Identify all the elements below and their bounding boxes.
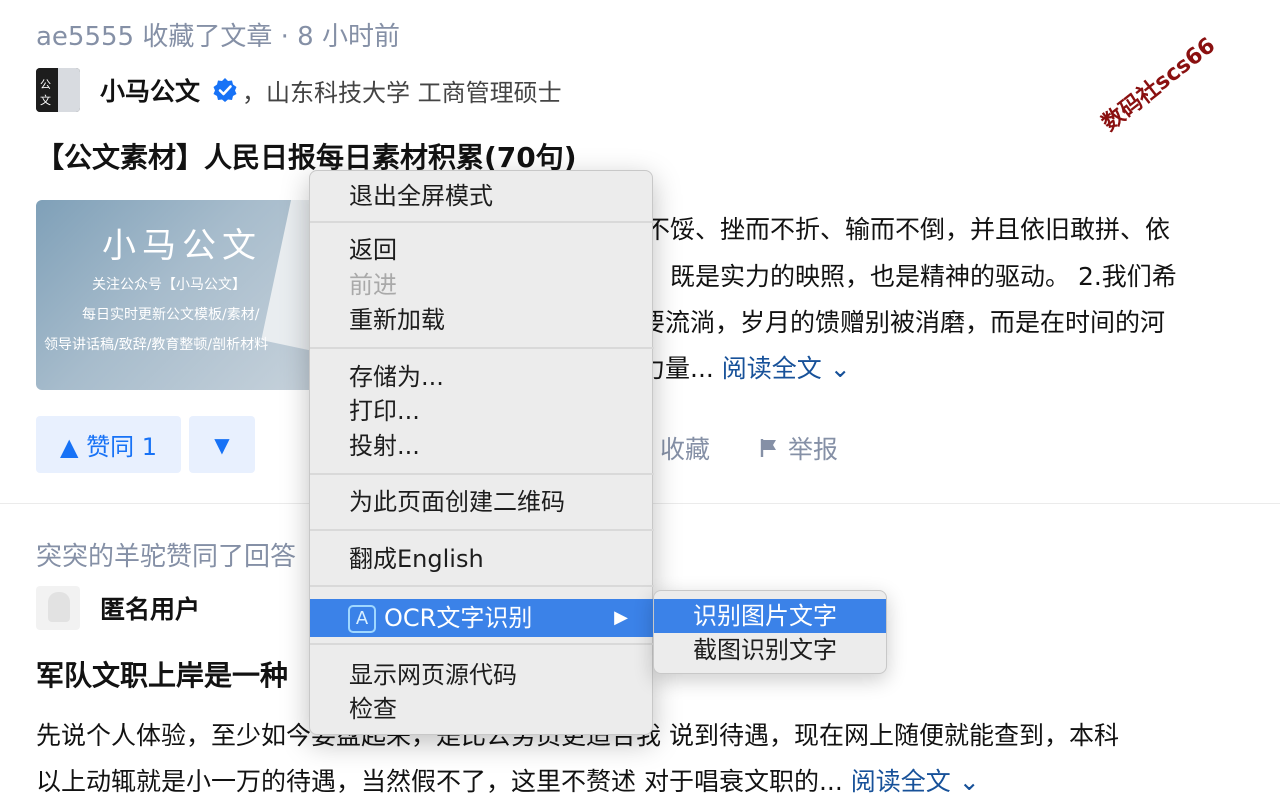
flag-icon <box>760 439 776 457</box>
menu-separator <box>310 221 654 223</box>
watermark: 数码社scs66 <box>1097 33 1221 137</box>
excerpt-line: 要流淌，岁月的馈赠别被消磨，而是在时间的河 <box>640 308 1166 337</box>
menu-separator <box>310 643 654 645</box>
menu-item-inspect[interactable]: 检查 <box>310 692 654 726</box>
report-label: 举报 <box>788 435 839 464</box>
cover-image[interactable]: 小马公文 关注公众号【小马公文】 每日实时更新公文模板/素材/ 领导讲话稿/致辞… <box>36 200 326 390</box>
author-description: ，山东科技大学 工商管理硕士 <box>242 78 562 107</box>
menu-item-save-as[interactable]: 存储为... <box>310 360 654 394</box>
avatar[interactable]: 公文 <box>36 68 80 112</box>
menu-item-create-qr-code[interactable]: 为此页面创建二维码 <box>310 485 654 519</box>
excerpt-line: 以上动辄就是小一万的待遇，当然假不了，这里不赘述 对于唱衰文职的... <box>36 767 843 796</box>
collect-label: 收藏 <box>660 435 711 464</box>
collect-button[interactable]: 收藏 <box>660 430 710 466</box>
report-button[interactable]: 举报 <box>758 430 838 466</box>
cover-title: 小马公文 <box>102 226 262 266</box>
menu-item-translate[interactable]: 翻成English <box>310 542 654 576</box>
excerpt-tail: 力量... 阅读全文 ⌄ <box>640 349 851 385</box>
context-menu: 退出全屏模式 返回 前进 重新加载 存储为... 打印... 投射... 为此页… <box>309 170 654 735</box>
upvote-button[interactable]: ▲ 赞同 1 <box>36 416 181 473</box>
menu-item-forward: 前进 <box>349 271 397 299</box>
author-name[interactable]: 小马公文 <box>100 72 200 108</box>
submenu-arrow-icon: ▶ <box>614 607 628 628</box>
menu-separator <box>310 473 654 475</box>
menu-separator <box>310 347 654 349</box>
downvote-button[interactable]: ▼ <box>189 416 255 473</box>
menu-item-ocr-label: OCR文字识别 <box>384 604 533 632</box>
menu-separator <box>310 585 654 587</box>
menu-item-view-source[interactable]: 显示网页源代码 <box>310 658 654 692</box>
read-more-link[interactable]: 阅读全文 ⌄ <box>722 354 851 383</box>
author-name[interactable]: 匿名用户 <box>100 590 200 626</box>
menu-item-print[interactable]: 打印... <box>310 394 654 428</box>
submenu-item-recognize-image-text[interactable]: 识别图片文字 <box>654 599 886 633</box>
menu-separator <box>310 529 654 531</box>
read-more-link[interactable]: 阅读全文 ⌄ <box>851 767 980 796</box>
cover-line: 关注公众号【小马公文】 <box>92 277 246 293</box>
anonymous-avatar[interactable] <box>36 586 80 630</box>
cover-line: 领导讲话稿/致辞/教育整顿/剖析材料 <box>44 337 269 353</box>
menu-item-cast[interactable]: 投射... <box>310 429 654 463</box>
author-row: 匿名用户 <box>36 586 200 630</box>
activity-line: ae5555 收藏了文章 · 8 小时前 <box>36 22 400 52</box>
menu-item-reload[interactable]: 重新加载 <box>310 303 654 337</box>
activity-line: 突突的羊驼赞同了回答 <box>36 542 297 572</box>
answer-title[interactable]: 军队文职上岸是一种 <box>36 654 288 694</box>
cover-line: 每日实时更新公文模板/素材/ <box>82 307 260 323</box>
submenu-item-screenshot-recognize[interactable]: 截图识别文字 <box>654 633 886 667</box>
ocr-icon: A <box>348 605 376 633</box>
verified-badge-icon <box>213 78 237 102</box>
menu-item-ocr[interactable]: A OCR文字识别 ▶ <box>310 599 654 637</box>
menu-item-exit-fullscreen[interactable]: 退出全屏模式 <box>310 179 654 213</box>
author-row: 公文 小马公文 ，山东科技大学 工商管理硕士 <box>36 68 562 112</box>
excerpt-line: 而不馁、挫而不折、输而不倒，并且依旧敢拼、依 <box>620 215 1171 244</box>
excerpt-tail: 以上动辄就是小一万的待遇，当然假不了，这里不赘述 对于唱衰文职的... 阅读全文… <box>36 762 980 798</box>
excerpt-line: 既是实力的映照，也是精神的驱动。 2.我们希 <box>670 262 1177 291</box>
ocr-submenu: 识别图片文字 截图识别文字 <box>653 590 887 674</box>
menu-item-back[interactable]: 返回 <box>310 233 654 267</box>
